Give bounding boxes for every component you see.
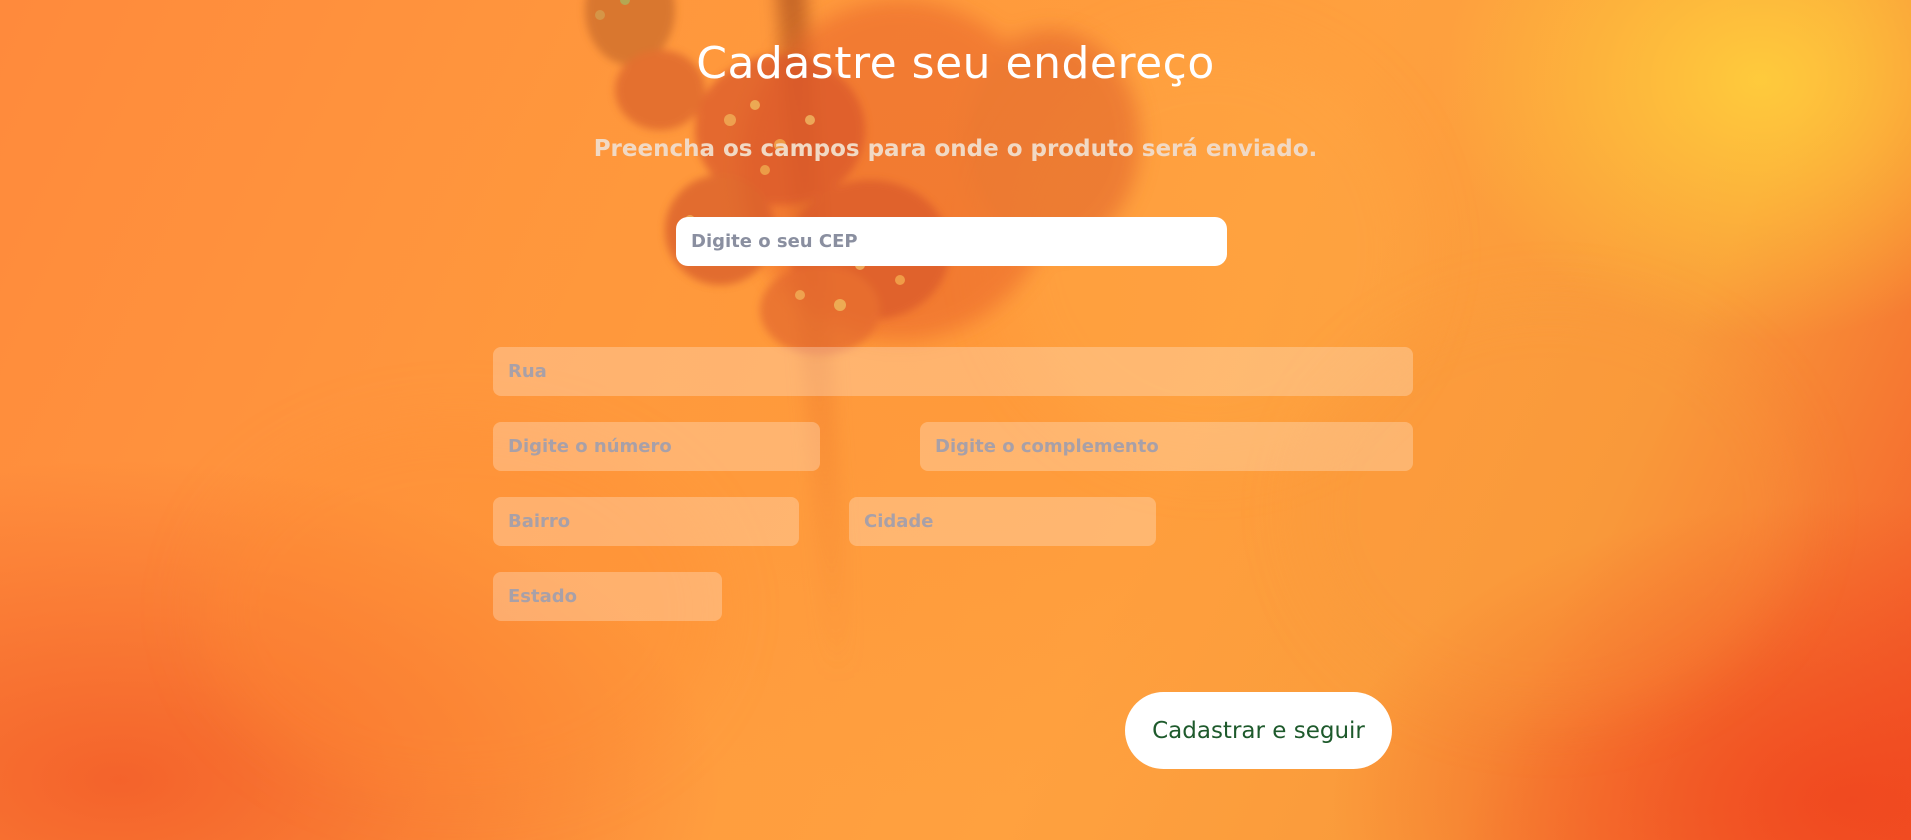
number-input[interactable]	[493, 422, 820, 471]
city-input[interactable]	[849, 497, 1156, 546]
submit-button[interactable]: Cadastrar e seguir	[1125, 692, 1392, 769]
street-input[interactable]	[493, 347, 1413, 396]
page-subtitle: Preencha os campos para onde o produto s…	[593, 136, 1318, 162]
page-background: Cadastre seu endereço Preencha os campos…	[0, 0, 1911, 840]
neighborhood-input[interactable]	[493, 497, 799, 546]
cep-input[interactable]	[676, 217, 1227, 266]
flower-stem	[775, 0, 855, 681]
state-input[interactable]	[493, 572, 722, 621]
page-title: Cadastre seu endereço	[696, 38, 1215, 89]
complement-input[interactable]	[920, 422, 1413, 471]
